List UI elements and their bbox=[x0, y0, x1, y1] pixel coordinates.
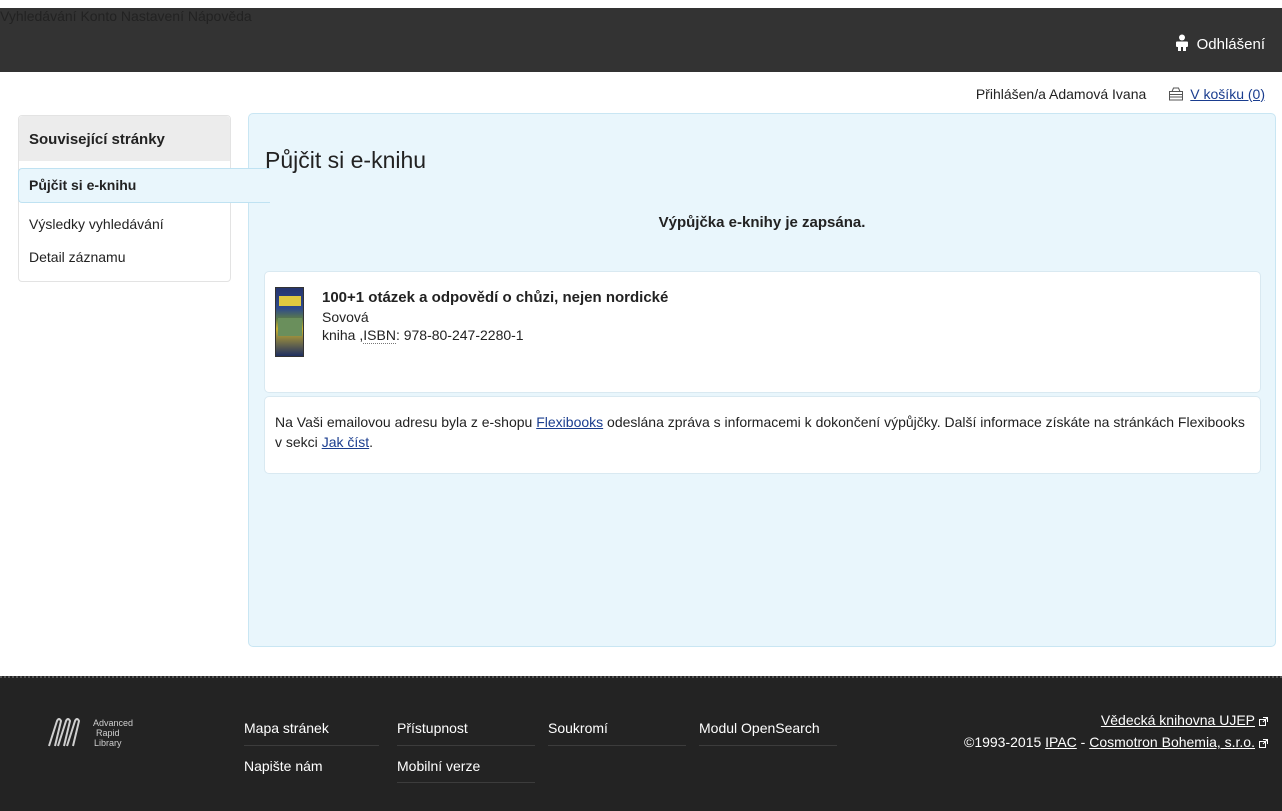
isbn-value: : 978-80-247-2280-1 bbox=[395, 327, 524, 343]
info-message: Na Vaši emailovou adresu byla z e-shopu … bbox=[264, 396, 1261, 474]
top-navigation-bar: Vyhledávání Konto Nastavení Nápověda Odh… bbox=[0, 8, 1282, 72]
footer-link-opensearch[interactable]: Modul OpenSearch bbox=[699, 720, 820, 736]
footer-link-privacy[interactable]: Soukromí bbox=[548, 720, 608, 736]
info-text-1: Na Vaši emailovou adresu byla z e-shopu bbox=[275, 414, 537, 430]
footer-link-mobile[interactable]: Mobilní verze bbox=[397, 758, 480, 774]
footer-link-contact[interactable]: Napište nám bbox=[244, 758, 323, 774]
status-message: Výpůjčka e-knihy je zapsána. bbox=[658, 214, 866, 231]
footer-link-accessibility[interactable]: Přístupnost bbox=[397, 720, 468, 736]
footer-divider bbox=[397, 782, 535, 783]
isbn-label: ISBN bbox=[363, 327, 396, 344]
sidebar-item-record-detail[interactable]: Detail záznamu bbox=[29, 249, 126, 265]
nav-item-search[interactable]: Vyhledávání bbox=[0, 8, 77, 24]
record-author: Sovová bbox=[322, 309, 369, 325]
logo-line-2: Rapid bbox=[96, 728, 120, 738]
footer-link-sitemap[interactable]: Mapa stránek bbox=[244, 720, 329, 736]
footer-library: Vědecká knihovna UJEP bbox=[1101, 712, 1268, 729]
footer-copyright: ©1993-2015 IPAC - Cosmotron Bohemia, s.r… bbox=[964, 734, 1268, 751]
basket-link[interactable]: V košíku (0) bbox=[1190, 86, 1265, 102]
main-content-panel: Půjčit si e-knihu Výpůjčka e-knihy je za… bbox=[248, 113, 1276, 647]
nav-item-settings[interactable]: Nastavení bbox=[121, 8, 184, 24]
book-cover[interactable] bbox=[275, 287, 304, 357]
nav-item-help[interactable]: Nápověda bbox=[188, 8, 252, 24]
record-title[interactable]: 100+1 otázek a odpovědí o chůzi, nejen n… bbox=[322, 289, 668, 306]
info-text-3: . bbox=[369, 434, 374, 450]
sidebar-item-borrow-ebook[interactable]: Půjčit si e-knihu bbox=[18, 168, 270, 203]
user-icon bbox=[1174, 34, 1190, 55]
logout-label: Odhlášení bbox=[1196, 36, 1265, 53]
external-link-icon bbox=[1259, 713, 1268, 729]
arl-logo-text: Advanced Rapid Library bbox=[93, 718, 133, 748]
sidebar-title: Související stránky bbox=[19, 116, 230, 161]
arl-logo-icon bbox=[48, 718, 81, 747]
flexibooks-link[interactable]: Flexibooks bbox=[536, 414, 603, 430]
record-type: kniha , bbox=[322, 327, 364, 343]
how-to-read-link[interactable]: Jak číst bbox=[322, 434, 369, 450]
external-link-icon bbox=[1259, 735, 1268, 751]
footer-divider bbox=[397, 745, 535, 746]
sidebar-item-search-results[interactable]: Výsledky vyhledávání bbox=[29, 216, 164, 232]
logo-line-1: Advanced bbox=[93, 718, 134, 728]
page-title: Půjčit si e-knihu bbox=[265, 147, 427, 173]
footer-divider bbox=[699, 745, 837, 746]
logout-button[interactable]: Odhlášení bbox=[1174, 34, 1265, 55]
footer: Advanced Rapid Library Mapa stránek Napi… bbox=[0, 676, 1282, 811]
nav-item-account[interactable]: Konto bbox=[80, 8, 117, 24]
library-link[interactable]: Vědecká knihovna UJEP bbox=[1101, 712, 1255, 728]
record-meta: kniha ,ISBN: 978-80-247-2280-1 bbox=[322, 327, 524, 344]
record-card: 100+1 otázek a odpovědí o chůzi, nejen n… bbox=[264, 271, 1261, 393]
cosmotron-link[interactable]: Cosmotron Bohemia, s.r.o. bbox=[1089, 734, 1255, 750]
footer-divider bbox=[548, 745, 686, 746]
user-status-line: Přihlášen/a Adamová Ivana V košíku (0) bbox=[976, 86, 1265, 102]
sidebar-item-borrow-ebook-label: Půjčit si e-knihu bbox=[29, 177, 137, 193]
ipac-link[interactable]: IPAC bbox=[1045, 734, 1077, 750]
footer-divider bbox=[244, 745, 379, 746]
copyright-text: ©1993-2015 bbox=[964, 734, 1046, 750]
arl-logo[interactable]: Advanced Rapid Library bbox=[47, 718, 133, 748]
logo-line-3: Library bbox=[94, 738, 122, 748]
copyright-dash: - bbox=[1076, 734, 1090, 750]
basket-icon bbox=[1168, 87, 1184, 101]
logged-in-user: Přihlášen/a Adamová Ivana bbox=[975, 86, 1147, 102]
